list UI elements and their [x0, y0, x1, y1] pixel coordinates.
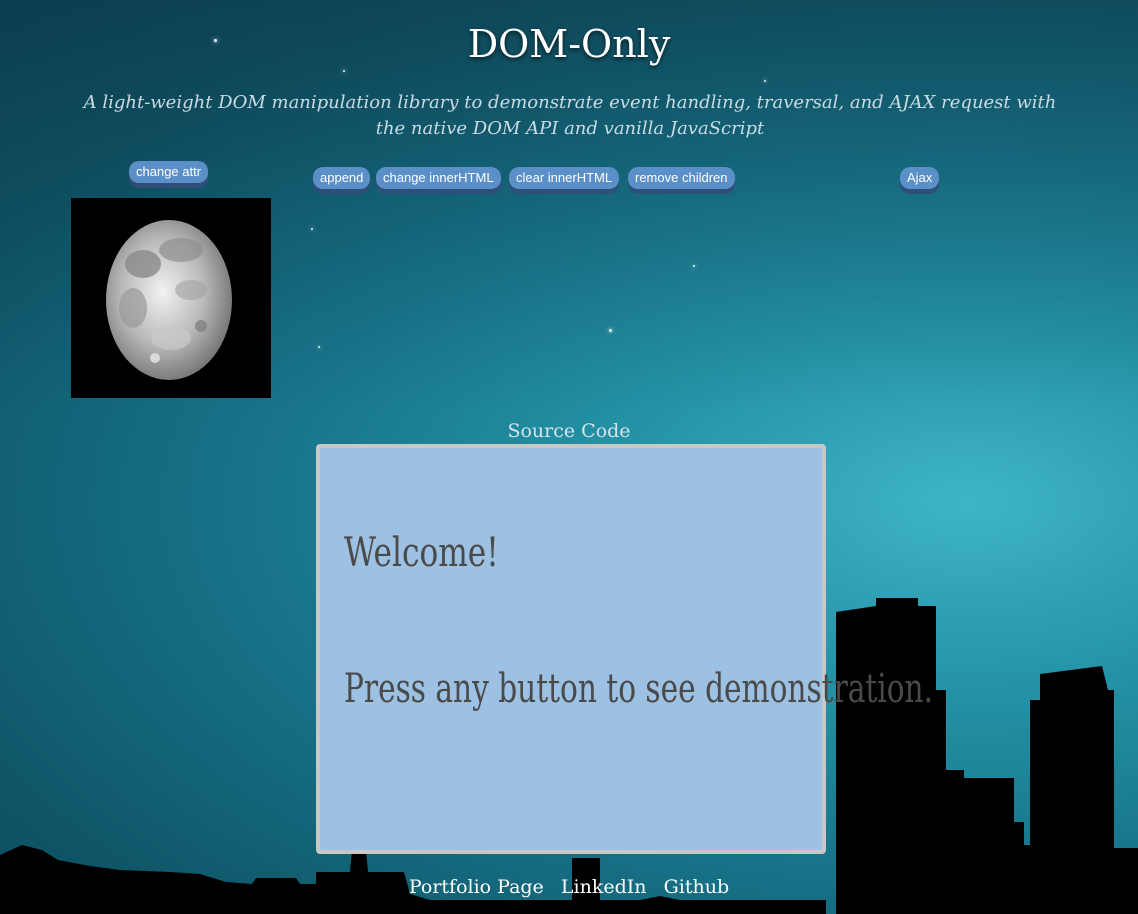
star-icon	[609, 329, 612, 332]
page-title: DOM-Only	[467, 22, 671, 66]
moon-image	[71, 198, 271, 398]
instruction-text: Press any button to see demonstration.	[344, 666, 934, 712]
github-link[interactable]: Github	[664, 876, 730, 898]
clear-innerhtml-button[interactable]: clear innerHTML	[509, 167, 620, 189]
source-code-label: Source Code	[507, 420, 631, 442]
welcome-heading: Welcome!	[344, 530, 499, 576]
page-subtitle: A light-weight DOM manipulation library …	[83, 92, 1057, 139]
ajax-button[interactable]: Ajax	[900, 167, 940, 189]
moon-icon	[106, 220, 232, 380]
change-attr-button[interactable]: change attr	[129, 161, 209, 183]
remove-children-button[interactable]: remove children	[628, 167, 735, 189]
star-icon	[764, 80, 766, 82]
star-icon	[343, 70, 345, 72]
linkedin-link[interactable]: LinkedIn	[561, 876, 647, 898]
star-icon	[318, 346, 320, 348]
star-icon	[693, 265, 695, 267]
portfolio-page-link[interactable]: Portfolio Page	[409, 876, 544, 898]
append-button[interactable]: append	[313, 167, 371, 189]
source-code-panel: Welcome! Press any button to see demonst…	[316, 444, 933, 854]
change-innerhtml-button[interactable]: change innerHTML	[376, 167, 501, 189]
footer-links: Portfolio Page LinkedIn Github	[0, 876, 1138, 898]
star-icon	[311, 228, 313, 230]
